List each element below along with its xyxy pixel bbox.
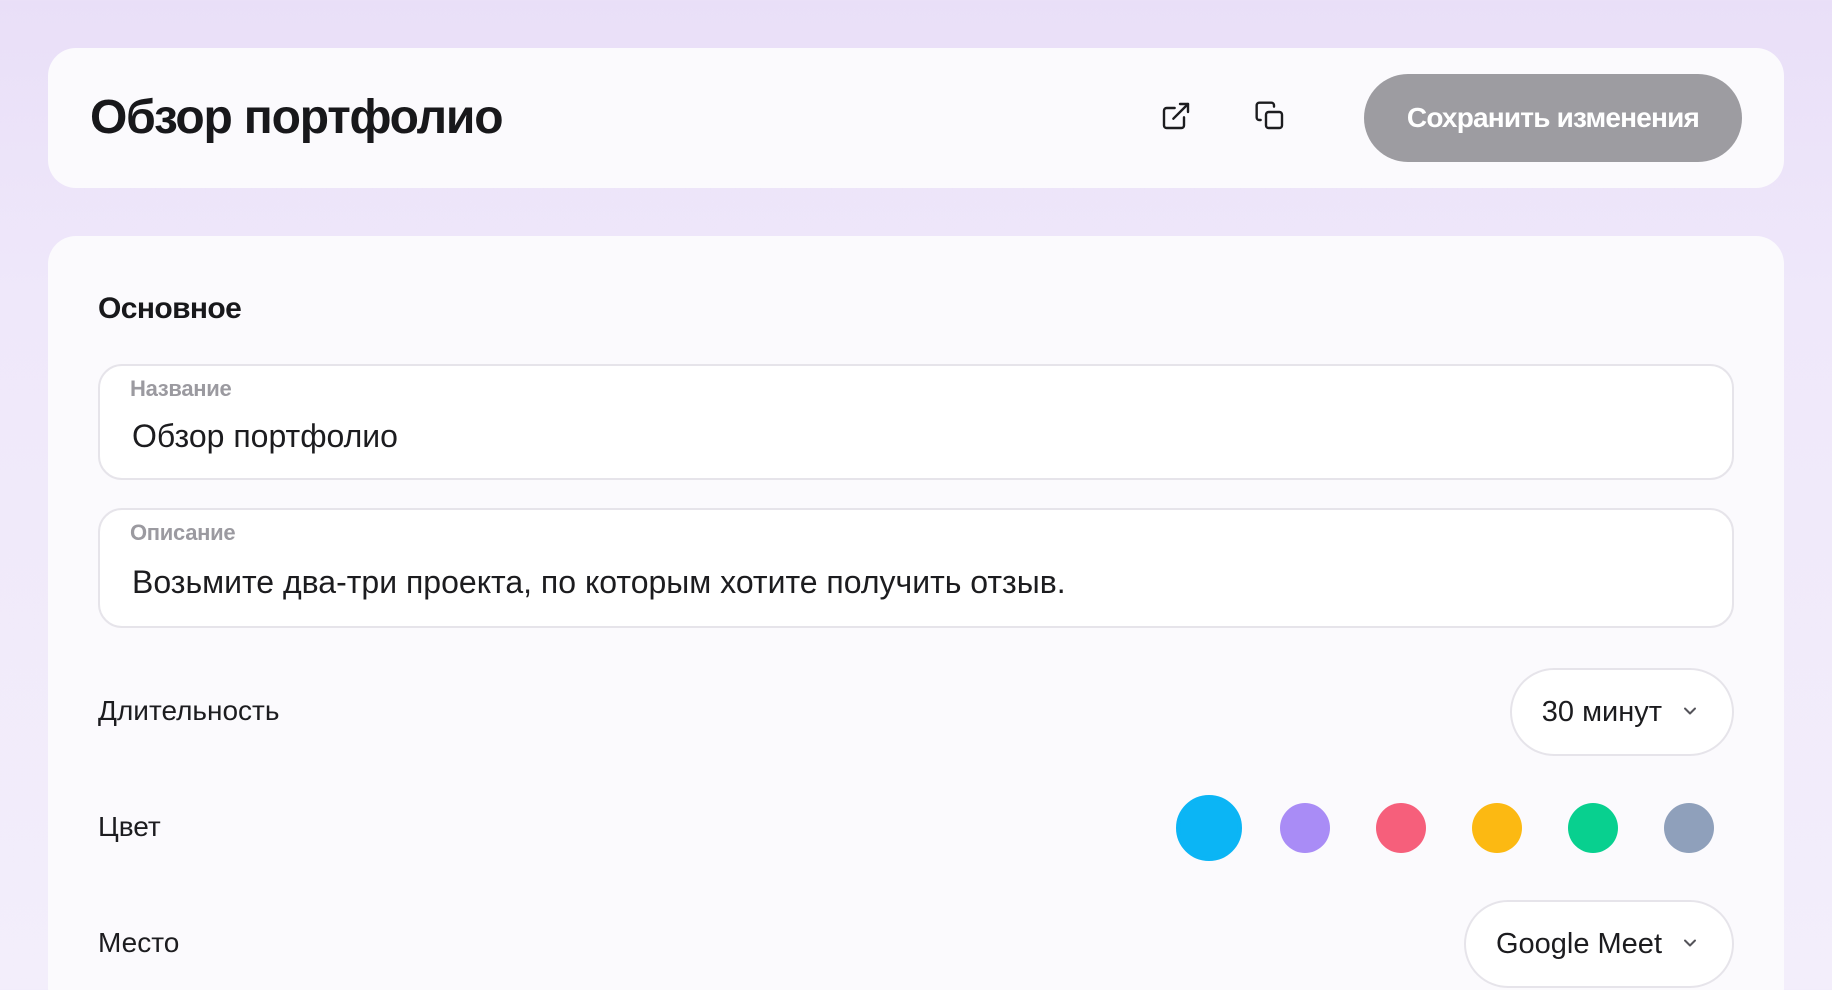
external-link-icon (1160, 100, 1192, 137)
copy-icon (1254, 100, 1286, 137)
color-swatch[interactable] (1376, 803, 1426, 853)
duration-label: Длительность (98, 695, 280, 726)
color-label: Цвет (98, 811, 161, 842)
color-swatch[interactable] (1664, 803, 1714, 853)
section-title: Основное (98, 292, 242, 325)
chevron-down-icon (1680, 696, 1700, 729)
save-changes-button[interactable]: Сохранить изменения (1364, 74, 1742, 162)
name-input[interactable] (132, 418, 1692, 455)
color-swatch[interactable] (1472, 803, 1522, 853)
duration-value: 30 минут (1541, 695, 1662, 728)
page-title: Обзор портфолио (90, 91, 504, 144)
name-field-label: Название (130, 376, 232, 401)
description-field[interactable]: Описание (98, 508, 1734, 628)
chevron-down-icon (1680, 928, 1700, 961)
color-swatch[interactable] (1280, 803, 1330, 853)
open-link-button[interactable] (1152, 94, 1200, 142)
description-input[interactable] (132, 564, 1692, 601)
location-label: Место (98, 927, 180, 958)
settings-card: Основное Название Описание Длительность … (48, 236, 1784, 990)
color-swatch[interactable] (1176, 795, 1242, 861)
description-field-label: Описание (130, 520, 236, 545)
location-value: Google Meet (1495, 927, 1662, 960)
name-field[interactable]: Название (98, 364, 1734, 480)
location-select[interactable]: Google Meet (1463, 900, 1734, 988)
header-card: Обзор портфолио Сохранить изменения (48, 48, 1784, 188)
color-swatch[interactable] (1568, 803, 1618, 853)
duration-select[interactable]: 30 минут (1509, 668, 1734, 756)
copy-button[interactable] (1246, 94, 1294, 142)
